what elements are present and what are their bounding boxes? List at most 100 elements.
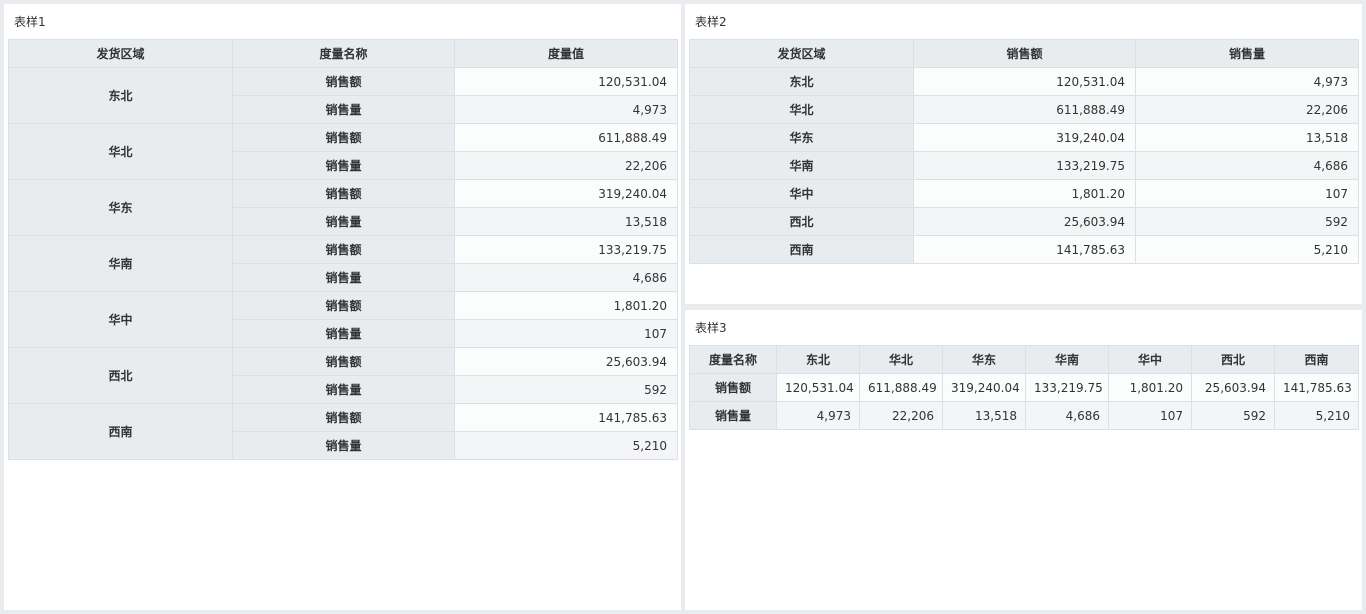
table2-region-cell[interactable]: 华东 <box>689 123 914 152</box>
table3-measure-cell[interactable]: 销售额 <box>689 373 777 402</box>
table-row: 华北 销售额 611,888.49 <box>8 123 678 180</box>
table2-value-cell[interactable]: 141,785.63 <box>913 235 1136 264</box>
table1-value-cell[interactable]: 592 <box>454 375 678 404</box>
table3-value-cell[interactable]: 4,686 <box>1025 401 1109 430</box>
table1-measure-cell[interactable]: 销售量 <box>232 375 455 404</box>
table3-header-region[interactable]: 西南 <box>1274 345 1359 374</box>
table1-measure-cell[interactable]: 销售量 <box>232 95 455 124</box>
table2-region-cell[interactable]: 华中 <box>689 179 914 208</box>
table3-header-region[interactable]: 东北 <box>776 345 860 374</box>
table3-header-region[interactable]: 华南 <box>1025 345 1109 374</box>
table1-value-cell[interactable]: 120,531.04 <box>454 67 678 96</box>
table-row: 西南 销售额 141,785.63 <box>8 403 678 460</box>
table1-region-cell[interactable]: 华南 <box>8 235 233 292</box>
table3-value-cell[interactable]: 4,973 <box>776 401 860 430</box>
table2-grid: 发货区域 销售额 销售量 东北 120,531.04 4,973 华北 611,888.… <box>689 39 1359 264</box>
table3-panel: 表样3 度量名称 东北 华北 华东 华南 华中 西北 西南 销售额 120,531.04 611,… <box>685 310 1362 610</box>
table-row: 东北 120,531.04 4,973 <box>689 67 1359 96</box>
table1-value-cell[interactable]: 25,603.94 <box>454 347 678 376</box>
table2-value-cell[interactable]: 133,219.75 <box>913 151 1136 180</box>
table2-value-cell[interactable]: 4,686 <box>1135 151 1359 180</box>
table1-region-cell[interactable]: 西北 <box>8 347 233 404</box>
table3-value-cell[interactable]: 25,603.94 <box>1191 373 1275 402</box>
table1-measure-cell[interactable]: 销售量 <box>232 207 455 236</box>
table1-measure-cell[interactable]: 销售量 <box>232 319 455 348</box>
table1-value-cell[interactable]: 611,888.49 <box>454 123 678 152</box>
table3-value-cell[interactable]: 133,219.75 <box>1025 373 1109 402</box>
table3-header-region[interactable]: 华北 <box>859 345 943 374</box>
table2-value-cell[interactable]: 120,531.04 <box>913 67 1136 96</box>
table1-value-cell[interactable]: 133,219.75 <box>454 235 678 264</box>
table3-value-cell[interactable]: 141,785.63 <box>1274 373 1359 402</box>
table2-value-cell[interactable]: 107 <box>1135 179 1359 208</box>
table1-measure-cell[interactable]: 销售量 <box>232 431 455 460</box>
table1-measure-cell[interactable]: 销售量 <box>232 151 455 180</box>
table1-measure-cell[interactable]: 销售额 <box>232 179 455 208</box>
table1-region-cell[interactable]: 华东 <box>8 179 233 236</box>
table1-region-cell[interactable]: 华北 <box>8 123 233 180</box>
table1-measure-cell[interactable]: 销售额 <box>232 123 455 152</box>
table2-region-cell[interactable]: 华北 <box>689 95 914 124</box>
table1-value-cell[interactable]: 5,210 <box>454 431 678 460</box>
table3-value-cell[interactable]: 22,206 <box>859 401 943 430</box>
table2-header-region[interactable]: 发货区域 <box>689 39 914 68</box>
table3-value-cell[interactable]: 592 <box>1191 401 1275 430</box>
table1-value-cell[interactable]: 107 <box>454 319 678 348</box>
table1-value-cell[interactable]: 319,240.04 <box>454 179 678 208</box>
table3-value-cell[interactable]: 5,210 <box>1274 401 1359 430</box>
table1-value-cell[interactable]: 22,206 <box>454 151 678 180</box>
table-row: 销售量 4,973 22,206 13,518 4,686 107 592 5,210 <box>689 401 1359 430</box>
table1-region-cell[interactable]: 东北 <box>8 67 233 124</box>
table2-region-cell[interactable]: 东北 <box>689 67 914 96</box>
table2-value-cell[interactable]: 592 <box>1135 207 1359 236</box>
table1-region-cell[interactable]: 华中 <box>8 291 233 348</box>
table1-measure-cell[interactable]: 销售额 <box>232 403 455 432</box>
table2-value-cell[interactable]: 4,973 <box>1135 67 1359 96</box>
table2-value-cell[interactable]: 1,801.20 <box>913 179 1136 208</box>
table1-value-cell[interactable]: 141,785.63 <box>454 403 678 432</box>
table2-region-cell[interactable]: 华南 <box>689 151 914 180</box>
table2-value-cell[interactable]: 611,888.49 <box>913 95 1136 124</box>
table-row: 华北 611,888.49 22,206 <box>689 95 1359 124</box>
table2-region-cell[interactable]: 西南 <box>689 235 914 264</box>
table2-header-quantity[interactable]: 销售量 <box>1135 39 1359 68</box>
table1-measure-cell[interactable]: 销售额 <box>232 347 455 376</box>
table1-value-cell[interactable]: 13,518 <box>454 207 678 236</box>
table1-measure-cell[interactable]: 销售额 <box>232 67 455 96</box>
table1-measure-cell[interactable]: 销售额 <box>232 235 455 264</box>
table1-header-region[interactable]: 发货区域 <box>8 39 233 68</box>
table1-grid: 发货区域 度量名称 度量值 东北 销售额 120,531.04 销售量 4,973 华北销… <box>8 39 678 460</box>
table3-header-region[interactable]: 华中 <box>1108 345 1192 374</box>
table1-header-row: 发货区域 度量名称 度量值 <box>8 39 678 68</box>
table1-value-cell[interactable]: 1,801.20 <box>454 291 678 320</box>
table2-panel: 表样2 发货区域 销售额 销售量 东北 120,531.04 4,973 华北 611,… <box>685 4 1362 304</box>
table3-value-cell[interactable]: 1,801.20 <box>1108 373 1192 402</box>
table1-header-measure[interactable]: 度量名称 <box>232 39 455 68</box>
table2-region-cell[interactable]: 西北 <box>689 207 914 236</box>
table2-value-cell[interactable]: 25,603.94 <box>913 207 1136 236</box>
table3-value-cell[interactable]: 611,888.49 <box>859 373 943 402</box>
table1-measure-cell[interactable]: 销售额 <box>232 291 455 320</box>
table3-header-measure[interactable]: 度量名称 <box>689 345 777 374</box>
table2-value-cell[interactable]: 13,518 <box>1135 123 1359 152</box>
table-row: 东北 销售额 120,531.04 <box>8 67 678 124</box>
table1-title: 表样1 <box>14 15 46 29</box>
table2-value-cell[interactable]: 5,210 <box>1135 235 1359 264</box>
table2-value-cell[interactable]: 22,206 <box>1135 95 1359 124</box>
table2-header-sales[interactable]: 销售额 <box>913 39 1136 68</box>
table-row: 西北 销售额 25,603.94 <box>8 347 678 404</box>
table3-value-cell[interactable]: 120,531.04 <box>776 373 860 402</box>
table1-value-cell[interactable]: 4,686 <box>454 263 678 292</box>
table3-value-cell[interactable]: 319,240.04 <box>942 373 1026 402</box>
table3-measure-cell[interactable]: 销售量 <box>689 401 777 430</box>
table3-header-region[interactable]: 华东 <box>942 345 1026 374</box>
table2-value-cell[interactable]: 319,240.04 <box>913 123 1136 152</box>
table3-header-region[interactable]: 西北 <box>1191 345 1275 374</box>
table1-measure-cell[interactable]: 销售量 <box>232 263 455 292</box>
table1-header-value[interactable]: 度量值 <box>454 39 678 68</box>
table1-region-cell[interactable]: 西南 <box>8 403 233 460</box>
table3-value-cell[interactable]: 107 <box>1108 401 1192 430</box>
table3-value-cell[interactable]: 13,518 <box>942 401 1026 430</box>
table1-value-cell[interactable]: 4,973 <box>454 95 678 124</box>
table2-header-row: 发货区域 销售额 销售量 <box>689 39 1359 68</box>
